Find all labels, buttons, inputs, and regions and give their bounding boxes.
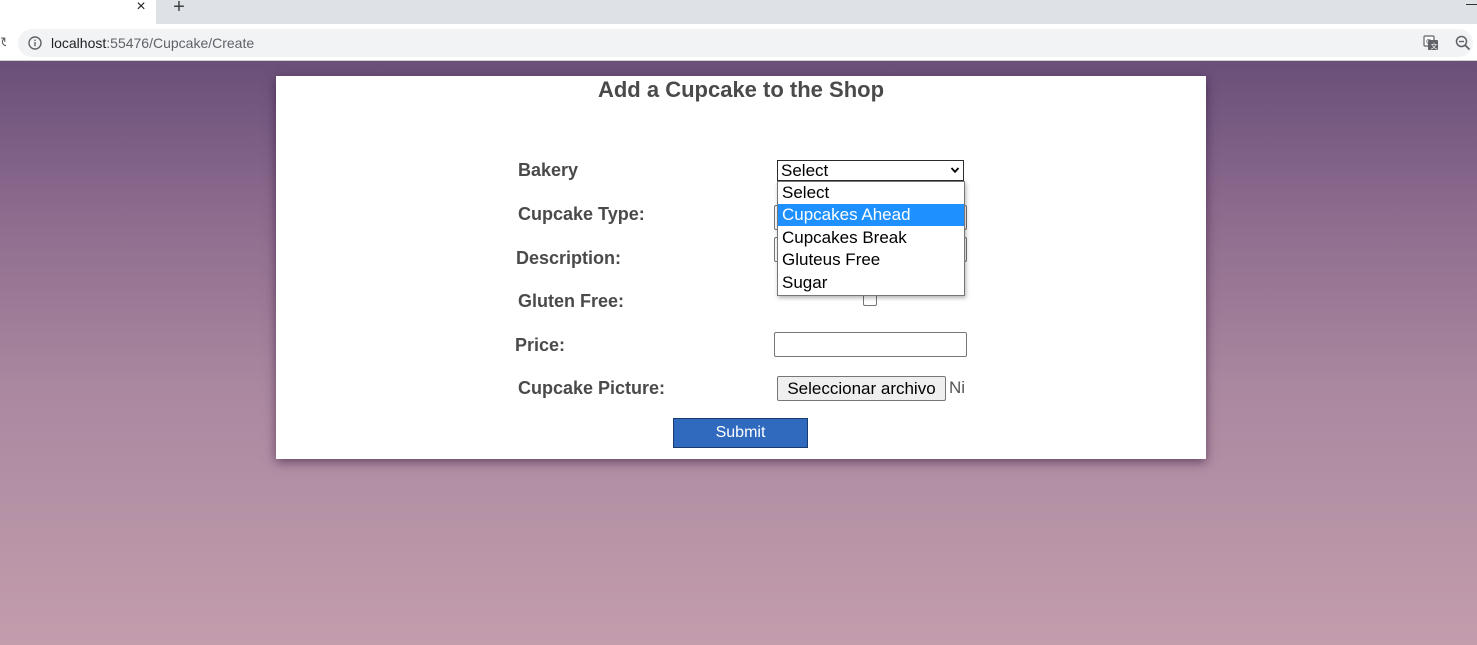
- new-tab-icon[interactable]: +: [170, 0, 188, 17]
- svg-text:文: 文: [1431, 42, 1438, 51]
- browser-tab[interactable]: ×: [0, 0, 156, 24]
- file-status-text: Ni: [949, 378, 966, 397]
- info-icon[interactable]: [28, 36, 42, 50]
- cupcake-type-label: Cupcake Type:: [518, 204, 645, 224]
- price-label: Price:: [515, 335, 566, 355]
- dropdown-option[interactable]: Select: [778, 182, 964, 204]
- url-host: localhost: [51, 35, 107, 51]
- price-input[interactable]: [774, 332, 967, 357]
- bakery-label: Bakery: [518, 160, 579, 180]
- dropdown-option[interactable]: Gluteus Free: [778, 249, 964, 271]
- dropdown-option-highlighted[interactable]: Cupcakes Ahead: [778, 204, 964, 226]
- address-bar[interactable]: localhost:55476/Cupcake/Create G 文: [18, 29, 1473, 57]
- description-label: Description:: [516, 248, 622, 268]
- minimize-window-icon[interactable]: [1466, 0, 1477, 10]
- choose-file-button[interactable]: Seleccionar archivo: [777, 376, 946, 401]
- url-path: :55476/Cupcake/Create: [106, 35, 255, 51]
- bakery-dropdown-list: Select Cupcakes Ahead Cupcakes Break Glu…: [777, 181, 965, 296]
- translate-icon[interactable]: G 文: [1423, 35, 1439, 51]
- chevron-down-icon: [950, 167, 960, 174]
- tab-strip: × +: [0, 0, 1477, 24]
- page-title: Add a Cupcake to the Shop: [597, 77, 885, 102]
- submit-button[interactable]: Submit: [673, 418, 808, 448]
- dropdown-option[interactable]: Cupcakes Break: [778, 227, 964, 249]
- url-text[interactable]: localhost:55476/Cupcake/Create: [51, 35, 254, 51]
- browser-toolbar: ↻ localhost:55476/Cupcake/Create G 文: [0, 24, 1477, 61]
- cupcake-picture-label: Cupcake Picture:: [518, 378, 666, 398]
- dropdown-option[interactable]: Sugar: [778, 272, 964, 294]
- page-background: Add a Cupcake to the Shop Bakery Select …: [0, 61, 1477, 645]
- gluten-free-label: Gluten Free:: [518, 291, 625, 311]
- bakery-select-value: Select: [781, 161, 829, 180]
- zoom-icon[interactable]: [1455, 35, 1471, 51]
- close-tab-icon[interactable]: ×: [133, 0, 149, 16]
- reload-icon[interactable]: ↻: [0, 35, 6, 49]
- bakery-select[interactable]: Select: [777, 160, 964, 181]
- create-cupcake-card: Add a Cupcake to the Shop Bakery Select …: [276, 76, 1206, 459]
